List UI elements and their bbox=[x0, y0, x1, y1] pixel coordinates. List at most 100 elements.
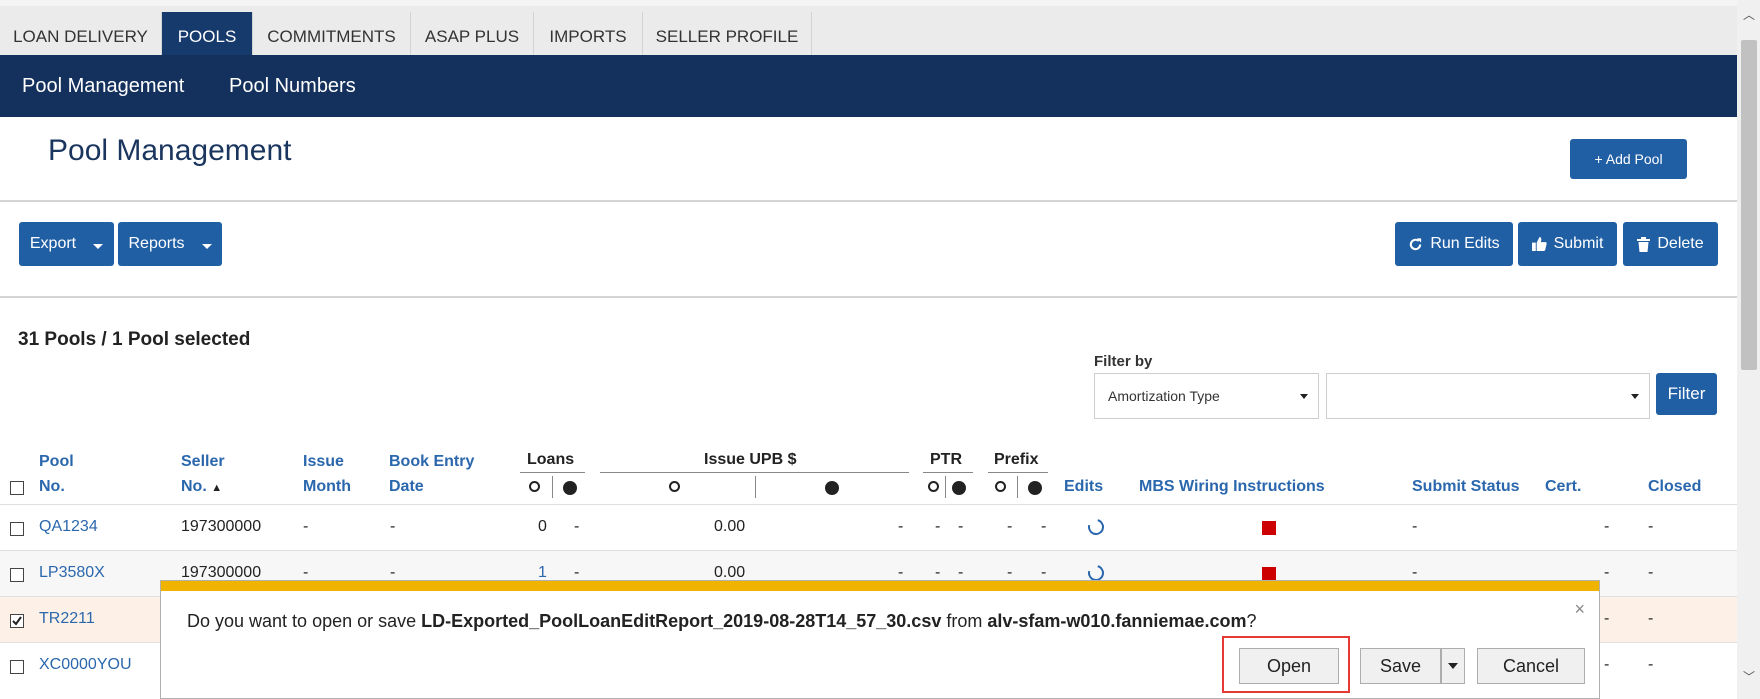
open-circle-icon[interactable] bbox=[928, 481, 939, 492]
tab-seller-profile[interactable]: SELLER PROFILE bbox=[643, 12, 812, 61]
filter-value-select[interactable] bbox=[1326, 373, 1650, 419]
cancel-button[interactable]: Cancel bbox=[1477, 648, 1585, 684]
book-entry-date: - bbox=[390, 518, 396, 535]
chevron-down-icon bbox=[201, 243, 212, 249]
header-edits[interactable]: Edits bbox=[1064, 474, 1103, 499]
tab-imports[interactable]: IMPORTS bbox=[534, 12, 643, 61]
header-book-entry-date[interactable]: Book Entry Date bbox=[389, 449, 474, 499]
header-mbs-wiring[interactable]: MBS Wiring Instructions bbox=[1139, 474, 1325, 499]
subnav-pool-numbers[interactable]: Pool Numbers bbox=[229, 55, 356, 117]
cert-value: - bbox=[1604, 610, 1610, 627]
header-pool-no[interactable]: Pool No. bbox=[39, 449, 74, 499]
filled-circle-icon[interactable] bbox=[952, 481, 966, 495]
vertical-scrollbar[interactable]: ︿ ﹀ bbox=[1737, 0, 1760, 699]
filled-circle-icon[interactable] bbox=[1028, 481, 1042, 495]
pool-number-link[interactable]: TR2211 bbox=[39, 610, 95, 628]
header-issue-month[interactable]: Issue Month bbox=[303, 449, 351, 499]
header-seller-line2-text: No. bbox=[181, 478, 207, 495]
run-edits-button[interactable]: Run Edits bbox=[1395, 222, 1513, 266]
header-seller-no[interactable]: Seller No. ▲ bbox=[181, 449, 225, 501]
refresh-icon bbox=[1410, 237, 1422, 250]
ptr-filled: - bbox=[958, 518, 964, 535]
download-prompt: Do you want to open or save LD-Exported_… bbox=[187, 611, 1257, 632]
scroll-up-icon[interactable]: ︿ bbox=[1743, 6, 1755, 23]
pool-number-link[interactable]: QA1234 bbox=[39, 518, 98, 536]
top-tab-bar: LOAN DELIVERY POOLS COMMITMENTS ASAP PLU… bbox=[0, 0, 1737, 61]
open-button[interactable]: Open bbox=[1239, 648, 1339, 684]
issue-upb: 0.00 bbox=[714, 518, 746, 535]
chevron-down-icon bbox=[1300, 394, 1308, 399]
add-pool-button[interactable]: + Add Pool bbox=[1570, 139, 1687, 179]
submit-status: - bbox=[1412, 518, 1418, 535]
row-checkbox[interactable] bbox=[10, 660, 24, 674]
subnav-pool-management[interactable]: Pool Management bbox=[22, 55, 184, 117]
closed-value: - bbox=[1648, 518, 1654, 535]
closed-value: - bbox=[1648, 656, 1654, 673]
tab-commitments[interactable]: COMMITMENTS bbox=[253, 12, 411, 61]
header-rule bbox=[988, 472, 1048, 473]
column-separator bbox=[755, 476, 756, 498]
row-checkbox[interactable] bbox=[10, 522, 24, 536]
open-circle-icon[interactable] bbox=[669, 481, 680, 492]
filter-label: Filter by bbox=[1094, 353, 1153, 370]
header-prefix: Prefix bbox=[994, 451, 1039, 468]
wiring-status-icon[interactable] bbox=[1262, 567, 1276, 581]
cert-value: - bbox=[1604, 564, 1610, 581]
select-all-checkbox[interactable] bbox=[10, 481, 24, 495]
trash-icon bbox=[1637, 236, 1651, 252]
prefix-open: - bbox=[1007, 518, 1013, 535]
row-checkbox[interactable] bbox=[10, 568, 24, 582]
header-closed[interactable]: Closed bbox=[1648, 474, 1701, 499]
seller-number: 197300000 bbox=[181, 518, 262, 535]
tab-loan-delivery[interactable]: LOAN DELIVERY bbox=[0, 12, 162, 61]
header-ptr: PTR bbox=[930, 451, 962, 468]
tab-pools[interactable]: POOLS bbox=[162, 12, 253, 61]
download-filename: LD-Exported_PoolLoanEditReport_2019-08-2… bbox=[421, 611, 942, 631]
wiring-status-icon[interactable] bbox=[1262, 521, 1276, 535]
header-submit-status[interactable]: Submit Status bbox=[1412, 474, 1520, 499]
open-circle-icon[interactable] bbox=[995, 481, 1006, 492]
chevron-down-icon bbox=[1448, 663, 1458, 669]
save-button[interactable]: Save bbox=[1360, 648, 1441, 684]
submit-button[interactable]: Submit bbox=[1518, 222, 1617, 266]
column-separator bbox=[552, 476, 553, 498]
header-seller-line1: Seller bbox=[181, 453, 225, 470]
download-host: alv-sfam-w010.fanniemae.com bbox=[987, 611, 1247, 631]
header-rule bbox=[520, 472, 585, 473]
close-icon[interactable]: × bbox=[1574, 599, 1585, 620]
submit-label: Submit bbox=[1553, 235, 1604, 252]
header-rule bbox=[600, 472, 909, 473]
export-button[interactable]: Export bbox=[19, 222, 114, 266]
row-checkbox-checked[interactable] bbox=[10, 614, 24, 628]
scroll-down-icon[interactable]: ﹀ bbox=[1743, 668, 1755, 685]
header-book-line1: Book Entry bbox=[389, 453, 475, 470]
reports-button[interactable]: Reports bbox=[118, 222, 222, 266]
filled-circle-icon[interactable] bbox=[563, 481, 577, 495]
prompt-suffix: ? bbox=[1246, 611, 1257, 631]
header-book-line2: Date bbox=[389, 478, 424, 495]
scrollbar-thumb[interactable] bbox=[1741, 40, 1757, 370]
reports-label: Reports bbox=[128, 235, 185, 252]
edits-spinner-icon[interactable] bbox=[1085, 516, 1107, 538]
prompt-middle: from bbox=[941, 611, 988, 631]
chevron-down-icon bbox=[93, 243, 104, 249]
table-row[interactable]: QA1234 197300000 - - 0 - 0.00 - - - - - … bbox=[0, 504, 1737, 550]
column-separator bbox=[945, 476, 946, 498]
delete-button[interactable]: Delete bbox=[1623, 222, 1718, 266]
pool-number-link[interactable]: XC0000YOU bbox=[39, 656, 132, 674]
filled-circle-icon[interactable] bbox=[825, 481, 839, 495]
closed-value: - bbox=[1648, 564, 1654, 581]
open-circle-icon[interactable] bbox=[529, 481, 540, 492]
filter-button[interactable]: Filter bbox=[1656, 373, 1717, 415]
pool-number-link[interactable]: LP3580X bbox=[39, 564, 105, 582]
prompt-prefix: Do you want to open or save bbox=[187, 611, 422, 631]
header-rule bbox=[923, 472, 973, 473]
tab-asap-plus[interactable]: ASAP PLUS bbox=[411, 12, 534, 61]
header-issue-line1: Issue bbox=[303, 453, 344, 470]
save-options-button[interactable] bbox=[1441, 648, 1465, 684]
closed-value: - bbox=[1648, 610, 1654, 627]
header-cert[interactable]: Cert. bbox=[1545, 474, 1581, 499]
download-notification-bar: Do you want to open or save LD-Exported_… bbox=[160, 580, 1600, 699]
issue-month: - bbox=[303, 518, 309, 535]
filter-type-select[interactable]: Amortization Type bbox=[1094, 373, 1319, 419]
